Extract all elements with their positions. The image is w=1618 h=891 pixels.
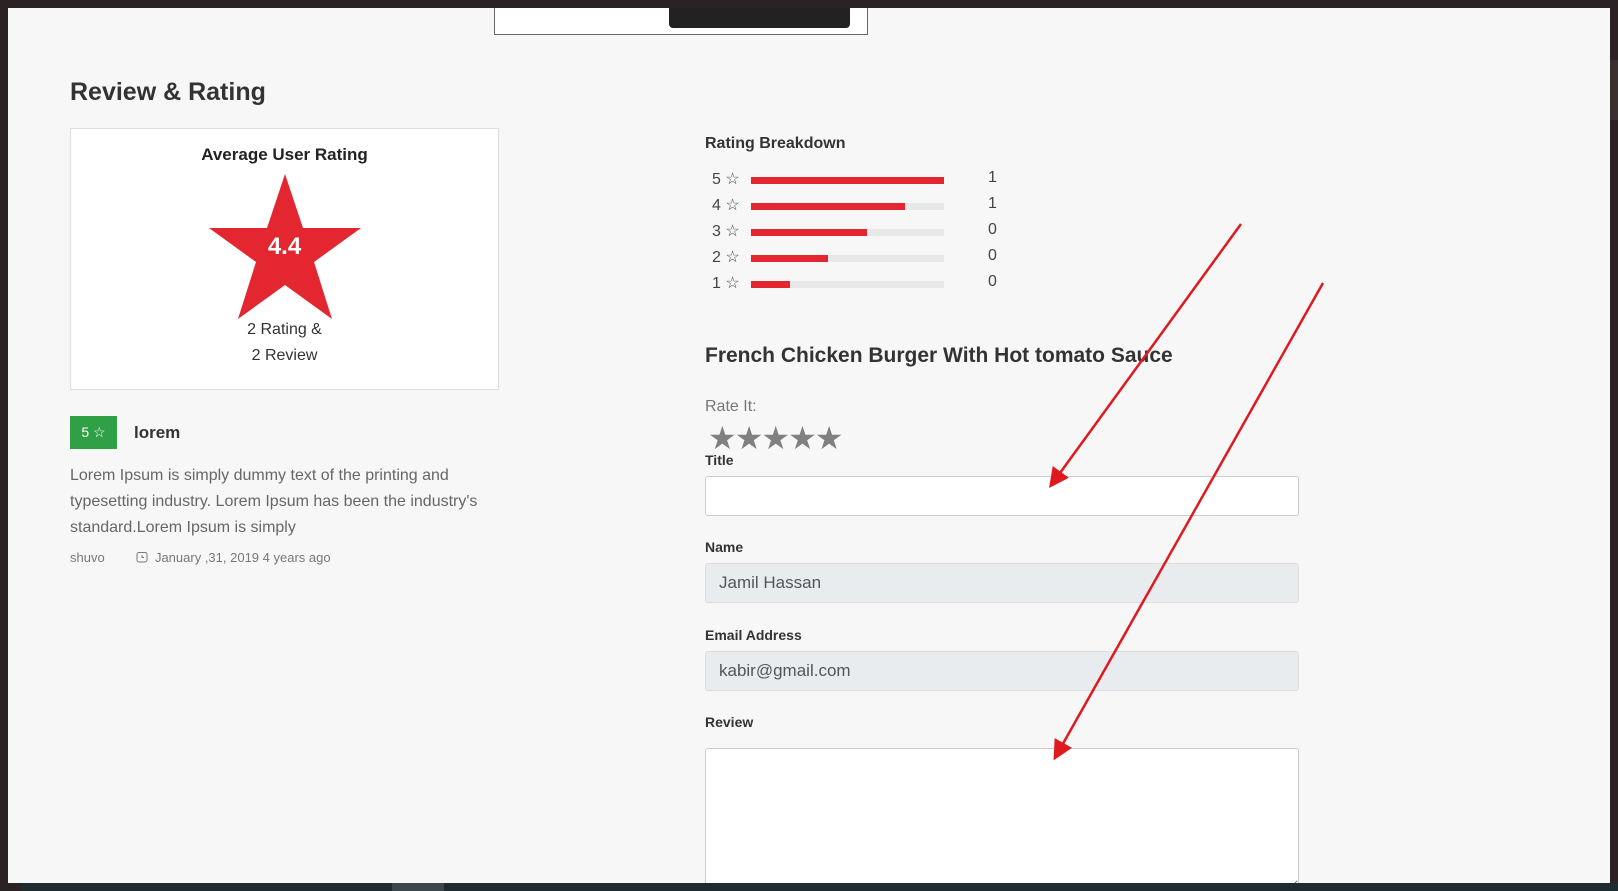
average-rating-title: Average User Rating: [201, 145, 368, 164]
breakdown-bar-fill: [751, 203, 906, 210]
breakdown-bar-fill: [751, 229, 867, 236]
rating-breakdown: Rating Breakdown 5 ☆ 1 4 ☆ 1 3 ☆ 0 2 ☆ 0 1 ☆ 0: [705, 135, 1025, 292]
breakdown-star-label: 4 ☆: [712, 197, 740, 214]
rate-star-5-icon[interactable]: ★: [815, 420, 844, 456]
rating-count-text: 2 Rating &: [247, 321, 322, 338]
rate-it-label: Rate It:: [705, 398, 757, 415]
review-textarea[interactable]: [705, 748, 1299, 883]
rating-review-count: 2 Rating & 2 Review: [71, 317, 498, 369]
top-search-box[interactable]: [494, 8, 868, 35]
breakdown-count: 0: [988, 247, 997, 264]
breakdown-count: 1: [988, 169, 997, 186]
breakdown-bar-track: [751, 203, 944, 210]
breakdown-bar-fill: [751, 255, 829, 262]
review-date: January ,31, 2019 4 years ago: [154, 550, 331, 565]
breakdown-bar-track: [751, 177, 944, 184]
rate-star-2-icon[interactable]: ★: [735, 420, 764, 456]
breakdown-bar-track: [751, 281, 944, 288]
breakdown-bar-fill: [751, 281, 790, 288]
breakdown-count: 0: [988, 221, 997, 238]
breakdown-row: 4 ☆ 1: [705, 193, 1025, 219]
email-input[interactable]: [705, 651, 1299, 691]
review-label: Review: [705, 714, 754, 730]
review-meta: shuvo January ,31, 2019 4 years ago: [70, 550, 331, 565]
rate-it-stars: ★★★★★: [708, 420, 844, 456]
breakdown-row: 5 ☆ 1: [705, 167, 1025, 193]
breakdown-row: 1 ☆ 0: [705, 271, 1025, 297]
review-body: Lorem Ipsum is simply dummy text of the …: [70, 467, 478, 536]
name-label: Name: [705, 539, 744, 555]
breakdown-count: 0: [988, 273, 997, 290]
breakdown-bar-track: [751, 229, 944, 236]
section-title: Review & Rating: [70, 78, 266, 106]
rate-star-4-icon[interactable]: ★: [788, 420, 817, 456]
product-title: French Chicken Burger With Hot tomato Sa…: [705, 344, 1173, 367]
email-label: Email Address: [705, 627, 802, 643]
rating-breakdown-title: Rating Breakdown: [705, 135, 846, 152]
breakdown-row: 3 ☆ 0: [705, 219, 1025, 245]
review-score-badge: 5 ☆: [70, 416, 117, 449]
window-edge: [1610, 60, 1618, 120]
breakdown-star-label: 1 ☆: [712, 275, 740, 292]
average-rating-card: Average User Rating 4.4 2 Rating & 2 Rev…: [70, 128, 499, 390]
scrollbar-thumb[interactable]: [392, 883, 444, 891]
breakdown-count: 1: [988, 195, 997, 212]
breakdown-bar-track: [751, 255, 944, 262]
rate-star-1-icon[interactable]: ★: [708, 420, 737, 456]
title-input[interactable]: [705, 476, 1299, 516]
name-input[interactable]: [705, 563, 1299, 603]
breakdown-star-label: 3 ☆: [712, 223, 740, 240]
rate-star-3-icon[interactable]: ★: [761, 420, 790, 456]
title-label: Title: [705, 452, 734, 468]
review-count-text: 2 Review: [251, 347, 318, 364]
average-rating-value: 4.4: [267, 233, 302, 260]
clock-icon: [136, 550, 152, 565]
top-search-button[interactable]: [669, 8, 850, 28]
review-author: shuvo: [70, 550, 105, 565]
horizontal-scrollbar[interactable]: [22, 883, 1618, 891]
breakdown-row: 2 ☆ 0: [705, 245, 1025, 271]
breakdown-star-label: 5 ☆: [712, 171, 740, 188]
breakdown-bar-fill: [751, 177, 944, 184]
breakdown-star-label: 2 ☆: [712, 249, 740, 266]
review-title: lorem: [134, 423, 181, 442]
review-page: Review & Rating Average User Rating 4.4 …: [8, 8, 1610, 883]
